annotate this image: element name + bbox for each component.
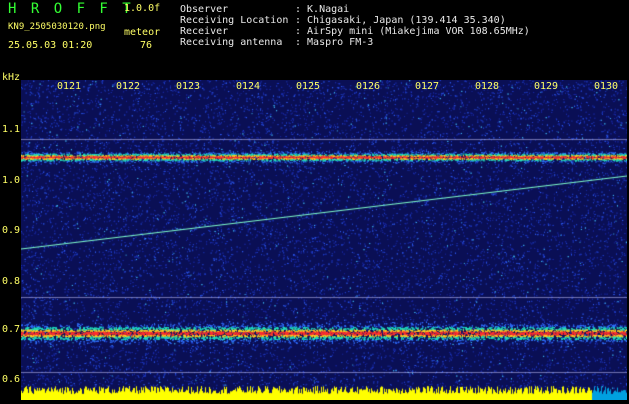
spectrogram-canvas [21,80,627,400]
x-tick-label: 0122 [116,81,141,92]
info-value-location: : Chigasaki, Japan (139.414 35.340) [295,15,506,26]
spectrogram-plot [21,80,627,400]
version-label: 1.0.0f [124,3,161,14]
meteor-count: 76 [140,40,153,51]
y-tick-label: 1.1 [2,124,21,135]
info-value-receiver: : AirSpy mini (Miakejima VOR 108.65MHz) [295,26,530,37]
app-brand: H R O F F T [8,1,134,17]
meteor-label: meteor [124,27,161,38]
filename-label: KN9_2505030120.png [8,22,106,32]
y-axis-unit: kHz [2,72,21,83]
info-key-observer: Observer [180,4,229,15]
info-value-antenna: : Maspro FM-3 [295,37,374,48]
x-tick-label: 0121 [57,81,82,92]
datetime-label: 25.05.03 01:20 [8,40,93,51]
x-tick-label: 0127 [415,81,440,92]
x-tick-label: 0126 [356,81,381,92]
y-tick-label: 0.7 [2,324,21,335]
info-key-antenna: Receiving antenna [180,37,283,48]
x-tick-label: 0125 [296,81,321,92]
x-tick-label: 0130 [594,81,619,92]
info-key-receiver: Receiver [180,26,229,37]
y-tick-label: 1.0 [2,175,21,186]
x-tick-label: 0124 [236,81,261,92]
info-value-observer: : K.Nagai [295,4,350,15]
y-tick-label: 0.9 [2,225,21,236]
y-tick-label: 0.8 [2,276,21,287]
y-tick-label: 0.6 [2,374,21,385]
x-tick-label: 0129 [534,81,559,92]
info-key-location: Receiving Location [180,15,289,26]
x-tick-label: 0123 [176,81,201,92]
x-tick-label: 0128 [475,81,500,92]
